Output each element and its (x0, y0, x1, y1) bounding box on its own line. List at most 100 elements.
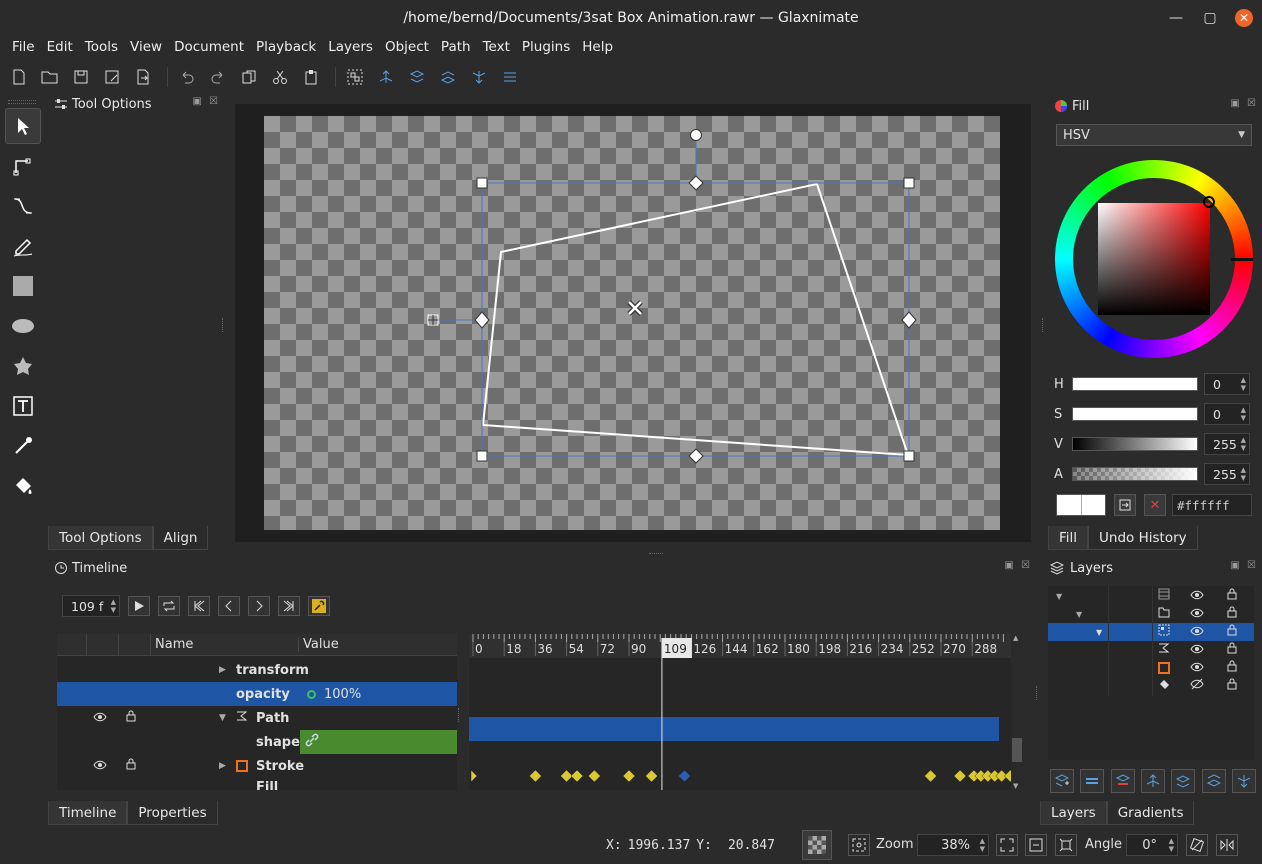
open-file-icon[interactable] (37, 64, 63, 90)
dock-buttons[interactable]: ▣ ☒ (192, 96, 220, 107)
raise-icon[interactable] (404, 64, 430, 90)
scrollbar-thumb[interactable] (1012, 738, 1022, 762)
name-column-header[interactable]: Name (151, 637, 299, 652)
draw-freehand-tool-icon[interactable] (5, 228, 41, 264)
canvas-overlay[interactable] (235, 104, 1031, 542)
lower-to-bottom-icon[interactable] (466, 64, 492, 90)
ellipse-tool-icon[interactable] (5, 308, 41, 344)
menu-object[interactable]: Object (379, 39, 435, 55)
delete-layer-icon[interactable] (1110, 769, 1135, 793)
visibility-eye-icon[interactable] (1190, 607, 1204, 622)
raise-to-top-icon[interactable] (1140, 769, 1165, 793)
scale-handle-bottom-left[interactable] (476, 450, 488, 462)
tab-timeline[interactable]: Timeline (48, 801, 128, 825)
scroll-down-icon[interactable]: ▼ (1013, 782, 1018, 790)
keyframe[interactable] (924, 769, 937, 783)
keyframe[interactable] (678, 769, 691, 783)
box-shape[interactable] (481, 182, 910, 457)
spin-arrows-icon[interactable]: ▲ ▼ (1169, 837, 1174, 853)
lock-icon[interactable] (1226, 606, 1238, 622)
expand-arrow-icon[interactable]: ▶ (219, 665, 226, 675)
duplicate-layer-icon[interactable] (1080, 769, 1105, 793)
menu-help[interactable]: Help (576, 39, 619, 55)
star-tool-icon[interactable] (5, 348, 41, 384)
a-spinbox[interactable]: 255 ▲ ▼ (1204, 463, 1250, 485)
visibility-eye-icon[interactable] (1190, 643, 1204, 658)
lock-icon[interactable] (1226, 624, 1238, 640)
tab-layers[interactable]: Layers (1040, 801, 1107, 825)
undo-icon[interactable] (174, 64, 200, 90)
group-icon[interactable] (342, 64, 368, 90)
tab-properties[interactable]: Properties (127, 801, 218, 825)
lower-icon[interactable] (435, 64, 461, 90)
spin-arrows-icon[interactable]: ▲ ▼ (1241, 376, 1246, 392)
angle-spinbox[interactable]: 0° ▲ ▼ (1126, 834, 1178, 856)
hidden-eye-icon[interactable] (1190, 678, 1204, 694)
menu-edit[interactable]: Edit (41, 39, 79, 55)
keyframe[interactable] (587, 769, 601, 783)
shape-value[interactable] (300, 730, 457, 754)
splitter-handle[interactable] (1036, 686, 1039, 700)
fill-tool-icon[interactable] (5, 468, 41, 504)
collapse-arrow-icon[interactable]: ▼ (219, 713, 226, 723)
visibility-eye-icon[interactable] (1190, 589, 1204, 604)
add-layer-icon[interactable] (1050, 769, 1074, 793)
row-transform[interactable]: ▶ transform (57, 658, 457, 682)
pivot-icon[interactable] (627, 300, 643, 316)
menu-tools[interactable]: Tools (79, 39, 124, 55)
zoom-in-icon[interactable] (996, 834, 1018, 856)
timeline-tracks[interactable]: 0 18 36 54 72 90 126 144 162 180 198 216 234 252 270 28… (469, 634, 1017, 790)
collapse-arrow-icon[interactable]: ▼ (1096, 628, 1102, 637)
menu-layers[interactable]: Layers (322, 39, 379, 55)
layer-tree[interactable]: ▼ ▼ ▼ (1048, 586, 1254, 760)
canvas-area[interactable] (235, 104, 1031, 542)
keyframe[interactable] (570, 769, 584, 783)
record-keyframes-icon[interactable] (308, 596, 330, 616)
keyframe[interactable] (622, 769, 636, 783)
save-as-icon[interactable] (99, 64, 125, 90)
spin-arrows-icon[interactable]: ▲ ▼ (1241, 466, 1246, 482)
menu-path[interactable]: Path (435, 39, 477, 55)
a-slider[interactable] (1072, 467, 1198, 481)
lock-icon[interactable] (1226, 678, 1238, 694)
lock-icon[interactable] (1226, 660, 1238, 676)
row-shape[interactable]: shape (57, 730, 457, 754)
keyframe[interactable] (1003, 769, 1017, 783)
lock-icon[interactable] (125, 710, 137, 726)
tab-undo-history[interactable]: Undo History (1088, 526, 1198, 550)
tab-tool-options[interactable]: Tool Options (48, 526, 153, 550)
scale-handle-top[interactable] (688, 175, 704, 191)
next-frame-icon[interactable] (248, 596, 270, 616)
keyframe-status-icon[interactable] (307, 689, 316, 699)
previous-frame-icon[interactable] (218, 596, 240, 616)
menu-playback[interactable]: Playback (250, 39, 322, 55)
lower-icon[interactable] (1201, 769, 1226, 793)
tab-gradients[interactable]: Gradients (1106, 801, 1195, 825)
tab-fill[interactable]: Fill (1048, 526, 1089, 550)
spin-arrows-icon[interactable]: ▲ ▼ (1241, 436, 1246, 452)
saturation-value-square[interactable] (1098, 203, 1210, 315)
zoom-fit-icon[interactable] (848, 834, 870, 856)
row-fill[interactable]: Fill (57, 778, 457, 790)
spin-arrows-icon[interactable]: ▲ ▼ (1241, 406, 1246, 422)
scale-handle-left[interactable] (474, 311, 490, 329)
spin-arrows-icon[interactable]: ▲ ▼ (980, 837, 985, 853)
collapse-arrow-icon[interactable]: ▼ (1056, 592, 1062, 601)
maximize-button[interactable]: ▢ (1200, 8, 1220, 28)
visibility-eye-icon[interactable] (1190, 625, 1204, 640)
menu-file[interactable]: File (6, 39, 41, 55)
scale-handle-right[interactable] (901, 311, 917, 329)
lock-icon[interactable] (1226, 588, 1238, 604)
visibility-eye-icon[interactable] (93, 711, 107, 726)
keyframe[interactable] (470, 769, 478, 783)
frame-spinbox[interactable]: 109 f ▲ ▼ (62, 595, 120, 617)
menu-view[interactable]: View (124, 39, 168, 55)
s-spinbox[interactable]: 0 ▲ ▼ (1204, 403, 1250, 425)
bezier-tool-icon[interactable] (5, 188, 41, 224)
swap-colors-icon[interactable] (1114, 494, 1136, 516)
s-slider[interactable] (1072, 407, 1198, 421)
spin-arrows-icon[interactable]: ▲ ▼ (111, 598, 116, 614)
go-last-icon[interactable] (278, 596, 300, 616)
rotate-handle[interactable] (690, 129, 702, 141)
zoom-out-icon[interactable] (1025, 834, 1047, 856)
